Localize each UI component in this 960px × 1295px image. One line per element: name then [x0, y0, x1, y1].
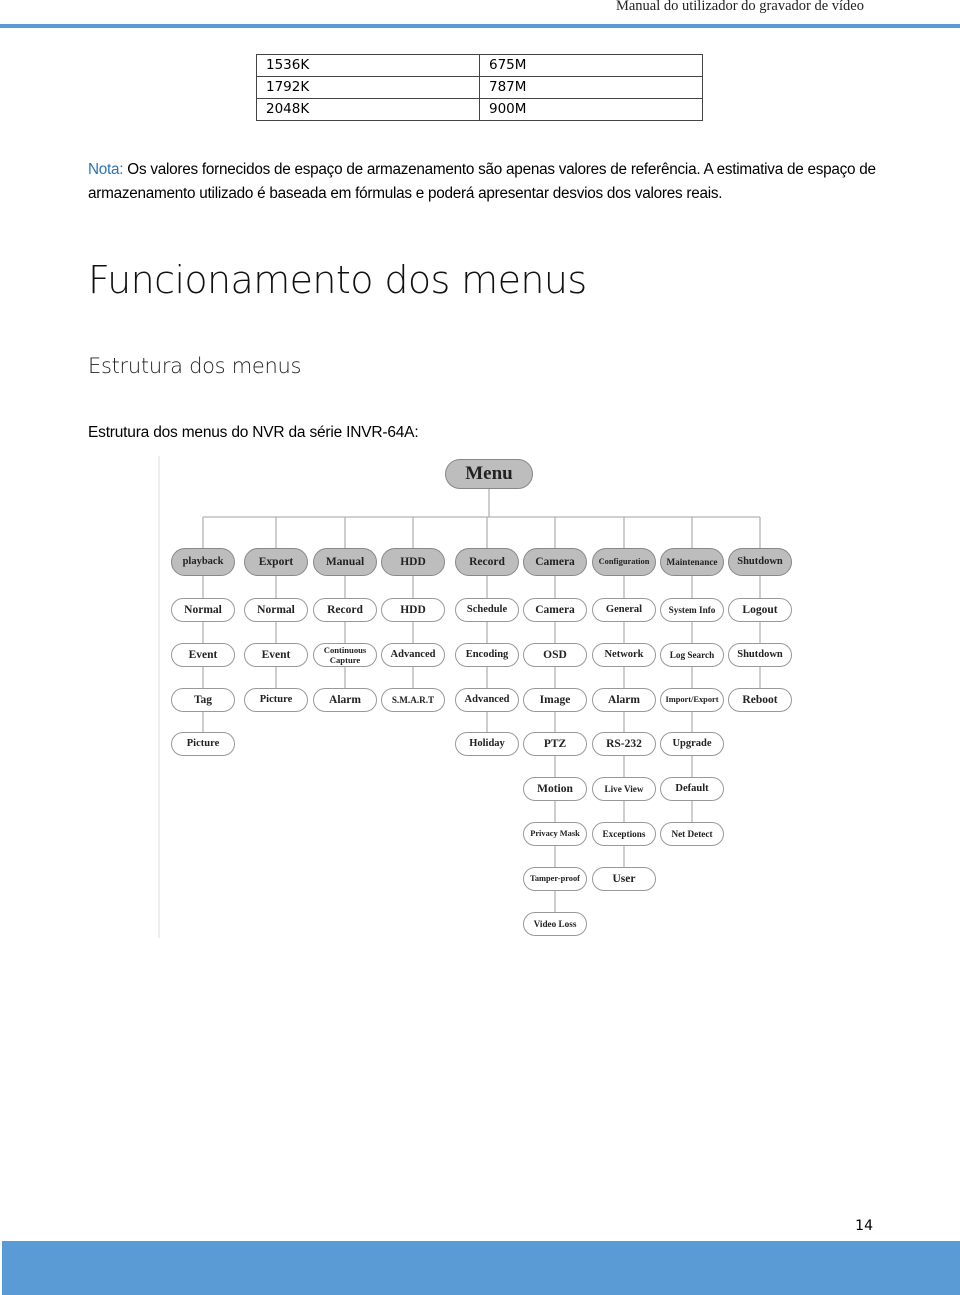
menu-node-manual: Manual — [313, 548, 377, 576]
submenu-node: Default — [660, 777, 724, 802]
submenu-node: Upgrade — [660, 732, 724, 757]
submenu-node: General — [592, 598, 656, 622]
submenu-node: Live View — [592, 777, 656, 802]
running-header-title: Manual do utilizador do gravador de víde… — [615, 0, 864, 14]
table-row: 1792K 787M — [256, 76, 703, 99]
submenu-node: Holiday — [455, 732, 519, 757]
submenu-node: OSD — [523, 642, 587, 667]
menu-node-camera: Camera — [523, 548, 587, 576]
submenu-node: Continuous Capture — [313, 642, 377, 667]
note-label: Nota: — [88, 161, 124, 178]
bitrate-cell: 2048K — [256, 98, 480, 121]
submenu-node: Net Detect — [660, 822, 724, 846]
diagram-caption: Estrutura dos menus do NVR da série INVR… — [88, 424, 419, 441]
submenu-node: Network — [592, 642, 656, 667]
note-text: Os valores fornecidos de espaço de armaz… — [88, 161, 876, 202]
menu-node-configuration: Configuration — [592, 548, 656, 576]
storage-cell: 675M — [479, 54, 703, 77]
submenu-node: Camera — [523, 598, 587, 622]
storage-cell: 900M — [479, 98, 703, 121]
submenu-node: Event — [244, 642, 308, 667]
menu-root-node: Menu — [445, 459, 533, 489]
submenu-node: Event — [171, 642, 235, 667]
section-title: Funcionamento dos menus — [88, 258, 587, 302]
submenu-node: S.M.A.R.T — [381, 687, 445, 712]
submenu-node: Advanced — [381, 642, 445, 667]
footer-bar — [2, 1241, 960, 1295]
submenu-node: Shutdown — [728, 642, 792, 667]
bitrate-cell: 1536K — [256, 54, 480, 77]
table-row: 2048K 900M — [256, 98, 703, 121]
menu-node-hdd: HDD — [381, 548, 445, 576]
bitrate-cell: 1792K — [256, 76, 480, 99]
submenu-node: Log Search — [660, 642, 724, 667]
submenu-node: Logout — [728, 598, 792, 622]
submenu-node: Advanced — [455, 687, 519, 712]
submenu-node: User — [592, 866, 656, 891]
submenu-node: Normal — [244, 598, 308, 622]
storage-cell: 787M — [479, 76, 703, 99]
submenu-node: Alarm — [592, 687, 656, 712]
table-row: 1536K 675M — [256, 54, 703, 77]
submenu-node: Privacy Mask — [523, 822, 587, 846]
submenu-node: Import/Export — [660, 687, 724, 712]
menu-node-shutdown: Shutdown — [728, 548, 792, 576]
submenu-node: Record — [313, 598, 377, 622]
menu-node-record: Record — [455, 548, 519, 576]
submenu-node: Motion — [523, 777, 587, 802]
submenu-node: Tamper-proof — [523, 866, 587, 891]
note-paragraph: Nota: Os valores fornecidos de espaço de… — [88, 158, 878, 206]
submenu-node: Tag — [171, 687, 235, 712]
storage-table: 1536K 675M 1792K 787M 2048K 900M — [256, 54, 703, 121]
menu-structure-diagram: Menu playback Normal Event Tag Picture Export N… — [158, 456, 800, 938]
submenu-node: Alarm — [313, 687, 377, 712]
header-rule — [0, 24, 960, 28]
menu-node-playback: playback — [171, 548, 235, 576]
submenu-node: Picture — [171, 732, 235, 757]
submenu-node: Exceptions — [592, 822, 656, 846]
submenu-node: Encoding — [455, 642, 519, 667]
submenu-node: Video Loss — [523, 911, 587, 936]
submenu-node: Picture — [244, 687, 308, 712]
submenu-node: Reboot — [728, 687, 792, 712]
submenu-node: System Info — [660, 598, 724, 622]
menu-node-export: Export — [244, 548, 308, 576]
subsection-title: Estrutura dos menus — [88, 354, 302, 378]
page-number: 14 — [855, 1218, 873, 1234]
menu-node-maintenance: Maintenance — [660, 548, 724, 576]
submenu-node: PTZ — [523, 732, 587, 757]
submenu-node: Normal — [171, 598, 235, 622]
submenu-node: RS-232 — [592, 732, 656, 757]
submenu-node: HDD — [381, 598, 445, 622]
submenu-node: Image — [523, 687, 587, 712]
submenu-node: Schedule — [455, 598, 519, 622]
